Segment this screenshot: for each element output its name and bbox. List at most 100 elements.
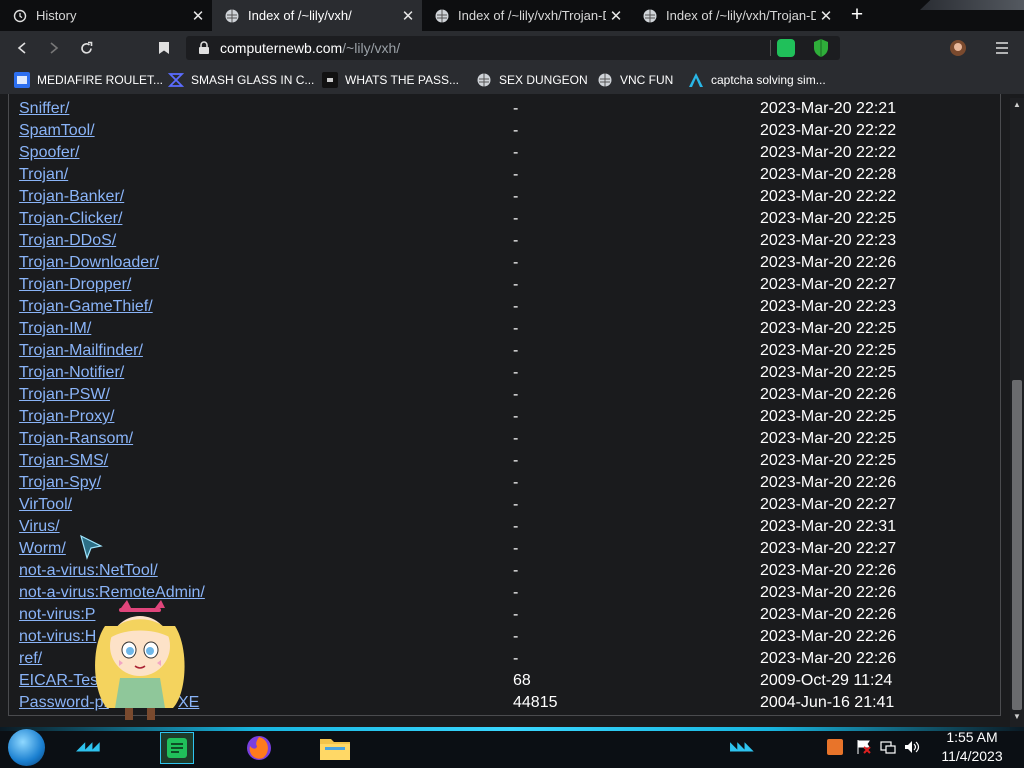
tray-volume-icon[interactable] [903,738,921,756]
address-divider [770,40,771,56]
listing-link[interactable]: not-virus:P [19,604,95,626]
tab-history[interactable]: History ✕ [0,0,212,31]
listing-link[interactable]: Trojan-Ransom/ [19,428,133,450]
listing-size: - [513,628,519,645]
clock-date[interactable]: 11/4/2023 [930,748,1014,764]
bookmark-mediafire[interactable]: MEDIAFIRE ROULET... [14,71,163,89]
listing-link[interactable]: Virus/ [19,516,60,538]
tray-flag-icon[interactable] [855,738,873,756]
listing-link[interactable]: Trojan-GameThief/ [19,296,153,318]
listing-size: - [513,210,519,227]
listing-date: 2023-Mar-20 22:23 [760,232,897,249]
listing-row: Worm/ - 2023-Mar-20 22:27 [19,538,979,560]
listing-link[interactable]: Spoofer/ [19,142,79,164]
listing-link[interactable]: SpamTool/ [19,120,95,142]
hamburger-icon [996,42,1008,54]
listing-row: Trojan-DDoS/ - 2023-Mar-20 22:23 [19,230,979,252]
listing-date: 2009-Oct-29 11:24 [760,672,893,689]
bookmark-vnc-fun[interactable]: VNC FUN [597,71,673,89]
listing-link[interactable]: Trojan-Clicker/ [19,208,122,230]
listing-row: Trojan-IM/ - 2023-Mar-20 22:25 [19,318,979,340]
bookmark-captcha[interactable]: captcha solving sim... [688,71,826,89]
listing-date: 2023-Mar-20 22:22 [760,122,897,139]
taskbar-app-chat[interactable] [160,732,194,764]
taskbar-app-firefox[interactable] [242,732,276,764]
close-icon[interactable]: ✕ [188,6,208,26]
new-tab-button[interactable]: + [845,4,869,26]
listing-date: 2023-Mar-20 22:31 [760,518,897,535]
listing-link[interactable]: VirTool/ [19,494,72,516]
listing-link[interactable]: Trojan-Spy/ [19,472,101,494]
listing-link[interactable]: Trojan-PSW/ [19,384,110,406]
shield-extension-icon[interactable] [812,38,830,58]
listing-link[interactable]: Trojan/ [19,164,68,186]
listing-link[interactable]: Trojan-Dropper/ [19,274,131,296]
listing-link[interactable]: Trojan-DDoS/ [19,230,116,252]
listing-size: - [513,276,519,293]
close-icon[interactable]: ✕ [816,6,836,26]
listing-date: 2023-Mar-20 22:22 [760,188,897,205]
listing-link[interactable]: Trojan-Notifier/ [19,362,124,384]
listing-row: Trojan/ - 2023-Mar-20 22:28 [19,164,979,186]
start-button[interactable] [8,729,45,766]
forward-button[interactable] [42,36,66,60]
scrollbar-thumb[interactable] [1012,380,1022,710]
arch-triangle-icon [688,72,704,88]
listing-link[interactable]: Sniffer/ [19,98,69,120]
reload-button[interactable] [74,36,98,60]
menu-button[interactable] [990,36,1014,60]
bookmark-label: VNC FUN [620,73,674,87]
url-host: computernewb.com [220,40,343,56]
extension-chat-icon[interactable] [777,39,795,57]
tray-app-icon[interactable] [826,738,844,756]
bookmark-sex-dungeon[interactable]: SEX DUNGEON [476,71,588,89]
listing-link[interactable]: Trojan-Downloader/ [19,252,159,274]
folder-icon [320,739,350,760]
listing-link[interactable]: Trojan-IM/ [19,318,91,340]
listing-size: - [513,320,519,337]
tab-title: Index of /~lily/vxh/ [248,8,352,23]
listing-size: - [513,166,519,183]
listing-link[interactable]: Trojan-Mailfinder/ [19,340,143,362]
bookmark-button[interactable] [152,36,176,60]
listing-size: - [513,430,519,447]
listing-link[interactable]: Trojan-SMS/ [19,450,108,472]
bookmark-label: captcha solving sim... [711,73,826,87]
listing-link[interactable]: Trojan-Proxy/ [19,406,114,428]
listing-row: Trojan-PSW/ - 2023-Mar-20 22:26 [19,384,979,406]
back-button[interactable] [10,36,34,60]
listing-date: 2023-Mar-20 22:26 [760,606,897,623]
clock-time[interactable]: 1:55 AM [936,729,1008,745]
listing-link[interactable]: Trojan-Banker/ [19,186,124,208]
tray-network-icon[interactable] [879,738,897,756]
listing-row: Trojan-GameThief/ - 2023-Mar-20 22:23 [19,296,979,318]
bookmark-smash-glass[interactable]: SMASH GLASS IN C... [168,71,314,89]
listing-size: - [513,188,519,205]
globe-icon [642,8,658,24]
bookmark-label: WHATS THE PASS... [345,73,460,87]
bookmark-whats-the-pass[interactable]: WHATS THE PASS... [322,71,459,89]
listing-date: 2023-Mar-20 22:26 [760,628,897,645]
listing-link[interactable]: Worm/ [19,538,66,560]
listing-row: Sniffer/ - 2023-Mar-20 22:21 [19,98,979,120]
globe-icon [597,72,613,88]
url-text[interactable]: computernewb.com/~lily/vxh/ [220,40,400,56]
tab-index-trojan-1[interactable]: Index of /~lily/vxh/Trojan-Do ✕ [422,0,630,31]
tab-index-vxh[interactable]: Index of /~lily/vxh/ ✕ [212,0,422,31]
listing-date: 2023-Mar-20 22:26 [760,584,897,601]
listing-date: 2023-Mar-20 22:27 [760,540,897,557]
taskbar-app-explorer[interactable] [318,732,352,764]
scroll-down-button[interactable]: ▼ [1010,710,1024,724]
scroll-up-button[interactable]: ▲ [1010,98,1024,112]
listing-size: - [513,100,519,117]
listing-size: - [513,364,519,381]
tab-index-trojan-2[interactable]: Index of /~lily/vxh/Trojan-Do ✕ [630,0,840,31]
listing-row: Trojan-SMS/ - 2023-Mar-20 22:25 [19,450,979,472]
tab-title: History [36,8,77,23]
listing-link[interactable]: not-a-virus:NetTool/ [19,560,158,582]
profile-avatar[interactable] [946,36,970,60]
close-icon[interactable]: ✕ [398,6,418,26]
listing-link[interactable]: ref/ [19,648,42,670]
close-icon[interactable]: ✕ [606,6,626,26]
listing-size: - [513,606,519,623]
